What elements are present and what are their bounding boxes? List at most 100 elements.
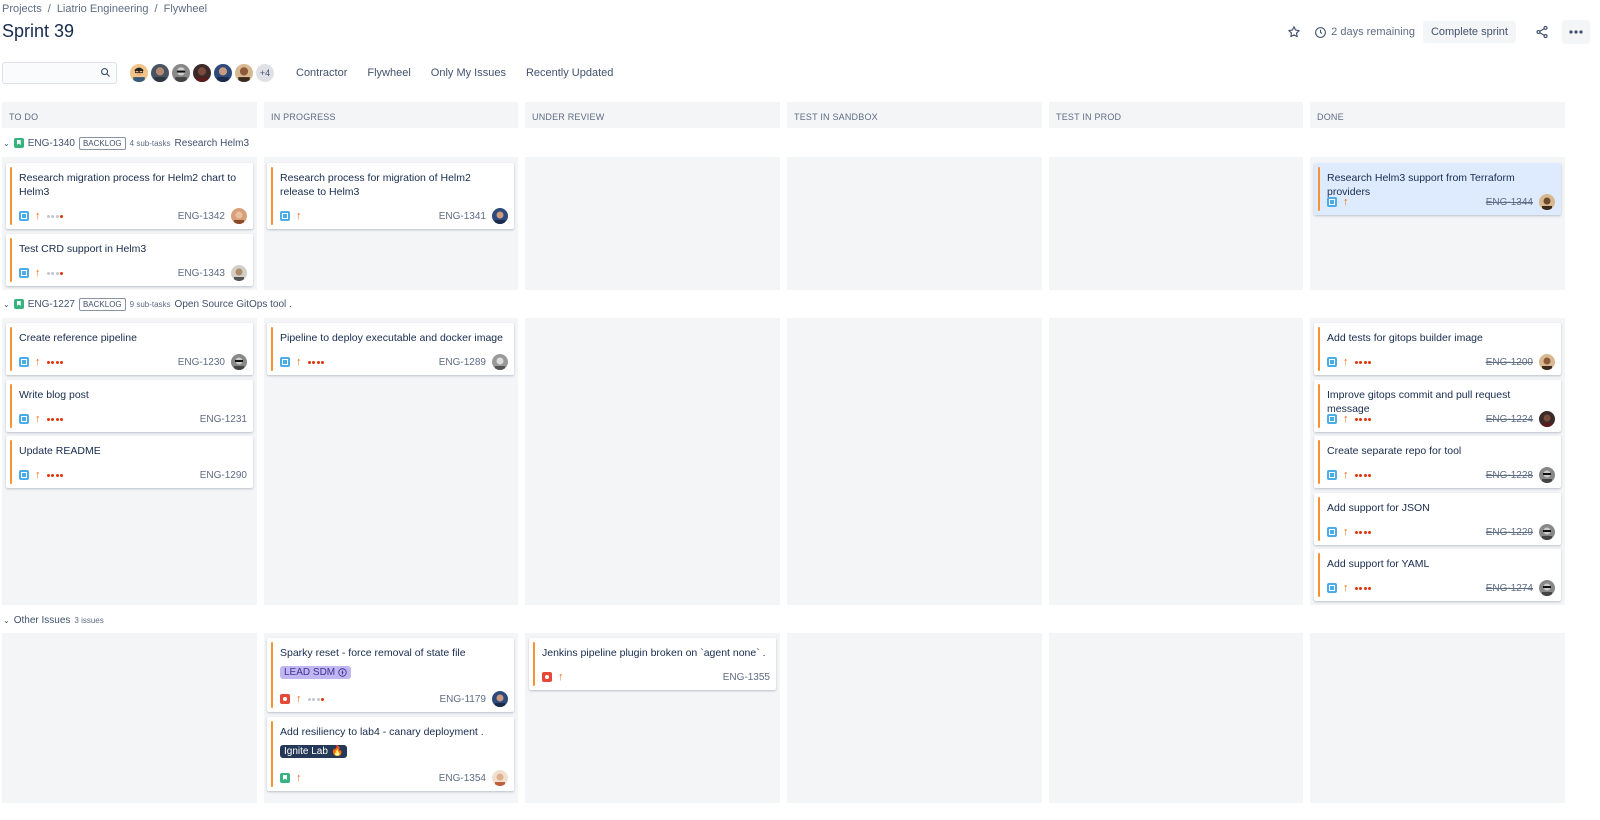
avatar[interactable] bbox=[1539, 354, 1555, 370]
issue-key[interactable]: ENG-1179 bbox=[439, 694, 486, 705]
issue-key[interactable]: ENG-1289 bbox=[439, 357, 486, 368]
avatar[interactable] bbox=[1539, 194, 1555, 210]
share-icon[interactable] bbox=[1530, 20, 1554, 44]
filter-recently-updated[interactable]: Recently Updated bbox=[526, 67, 613, 79]
issue-key[interactable]: ENG-1341 bbox=[439, 211, 486, 222]
issue-card[interactable]: Write blog post ↑ ENG-1231 bbox=[6, 380, 253, 432]
complete-sprint-button[interactable]: Complete sprint bbox=[1422, 21, 1516, 43]
avatar[interactable] bbox=[1539, 580, 1555, 596]
issue-card[interactable]: Add support for JSON ↑ ENG-1229 bbox=[1314, 493, 1561, 545]
priority-high-icon: ↑ bbox=[1343, 356, 1349, 368]
issue-card[interactable]: Research migration process for Helm2 cha… bbox=[6, 163, 253, 229]
issue-key[interactable]: ENG-1290 bbox=[200, 470, 247, 481]
bug-type-icon bbox=[280, 694, 290, 704]
avatar[interactable] bbox=[1539, 524, 1555, 540]
issue-card[interactable]: Improve gitops commit and pull request m… bbox=[1314, 380, 1561, 432]
issue-card[interactable]: Test CRD support in Helm3 ↑ ENG-1343 bbox=[6, 234, 253, 286]
swimlane-key[interactable]: ENG-1340 bbox=[28, 138, 75, 149]
swimlane-header[interactable]: ⌄ ENG-1227 BACKLOG 9 sub-tasks Open Sour… bbox=[3, 297, 292, 311]
avatar[interactable] bbox=[128, 62, 150, 84]
priority-high-icon: ↑ bbox=[35, 356, 41, 368]
issue-key[interactable]: ENG-1228 bbox=[1486, 470, 1533, 481]
search-input[interactable] bbox=[3, 63, 99, 83]
filter-flywheel[interactable]: Flywheel bbox=[367, 67, 410, 79]
subtask-type-icon bbox=[280, 211, 290, 221]
header-actions: 2 days remaining Complete sprint bbox=[1282, 20, 1590, 44]
avatar[interactable] bbox=[231, 354, 247, 370]
chevron-down-icon[interactable]: ⌄ bbox=[3, 139, 10, 148]
issue-key[interactable]: ENG-1355 bbox=[723, 672, 770, 683]
issue-card[interactable]: Pipeline to deploy executable and docker… bbox=[267, 323, 514, 375]
issue-key[interactable]: ENG-1200 bbox=[1486, 357, 1533, 368]
more-assignees[interactable]: +4 bbox=[254, 62, 276, 84]
issue-key[interactable]: ENG-1224 bbox=[1486, 414, 1533, 425]
swimlane-name[interactable]: Other Issues bbox=[14, 615, 71, 626]
avatar[interactable] bbox=[149, 62, 171, 84]
issue-card[interactable]: Research process for migration of Helm2 … bbox=[267, 163, 514, 229]
issue-key[interactable]: ENG-1231 bbox=[200, 414, 247, 425]
epic-label-text: Ignite Lab bbox=[284, 746, 328, 757]
avatar[interactable] bbox=[212, 62, 234, 84]
chevron-down-icon[interactable]: ⌄ bbox=[3, 300, 10, 309]
swimlane-header[interactable]: ⌄ ENG-1340 BACKLOG 4 sub-tasks Research … bbox=[3, 136, 249, 150]
avatar[interactable] bbox=[170, 62, 192, 84]
avatar[interactable] bbox=[233, 62, 255, 84]
issue-key[interactable]: ENG-1343 bbox=[178, 268, 225, 279]
issue-card[interactable]: Add tests for gitops builder image ↑ ENG… bbox=[1314, 323, 1561, 375]
avatar[interactable] bbox=[492, 691, 508, 707]
column-header-test-in-sandbox: TEST IN SANDBOX bbox=[787, 102, 1042, 128]
issue-card[interactable]: Jenkins pipeline plugin broken on `agent… bbox=[529, 638, 776, 690]
avatar[interactable] bbox=[1539, 467, 1555, 483]
estimate-dots bbox=[1354, 530, 1371, 534]
issue-key[interactable]: ENG-1230 bbox=[178, 357, 225, 368]
issue-card[interactable]: Add resiliency to lab4 - canary deployme… bbox=[267, 717, 514, 791]
epic-label[interactable]: LEAD SDM bbox=[280, 666, 352, 679]
card-title: Research migration process for Helm2 cha… bbox=[19, 172, 237, 198]
epic-label[interactable]: Ignite Lab 🔥 bbox=[280, 745, 348, 758]
card-title: Add support for YAML bbox=[1327, 558, 1430, 570]
issue-key[interactable]: ENG-1342 bbox=[178, 211, 225, 222]
issue-key[interactable]: ENG-1229 bbox=[1486, 527, 1533, 538]
issue-card[interactable]: Create reference pipeline ↑ ENG-1230 bbox=[6, 323, 253, 375]
lane-cell bbox=[525, 157, 780, 290]
issue-key[interactable]: ENG-1344 bbox=[1486, 197, 1533, 208]
estimate-dots bbox=[46, 417, 63, 421]
card-title: Pipeline to deploy executable and docker… bbox=[280, 332, 503, 344]
avatar[interactable] bbox=[492, 208, 508, 224]
swimlane-header[interactable]: ⌄ Other Issues 3 issues bbox=[3, 613, 104, 627]
clock-icon bbox=[1315, 26, 1327, 38]
avatar[interactable] bbox=[191, 62, 213, 84]
issue-card[interactable]: Research Helm3 support from Terraform pr… bbox=[1314, 163, 1561, 215]
story-type-icon bbox=[280, 773, 290, 783]
estimate-dots bbox=[46, 214, 63, 218]
avatar[interactable] bbox=[231, 265, 247, 281]
more-options-icon[interactable] bbox=[1562, 20, 1590, 44]
avatar[interactable] bbox=[1539, 411, 1555, 427]
avatar[interactable] bbox=[492, 770, 508, 786]
breadcrumb-projects[interactable]: Projects bbox=[2, 3, 42, 15]
search-box bbox=[2, 62, 117, 84]
filter-only-my-issues[interactable]: Only My Issues bbox=[431, 67, 506, 79]
avatar[interactable] bbox=[231, 208, 247, 224]
card-footer: ↑ ENG-1230 bbox=[19, 354, 247, 370]
estimate-dots bbox=[1354, 417, 1371, 421]
page-title: Sprint 39 bbox=[2, 21, 75, 41]
breadcrumb-board[interactable]: Flywheel bbox=[164, 3, 207, 15]
breadcrumb-project[interactable]: Liatrio Engineering bbox=[57, 3, 149, 15]
issue-key[interactable]: ENG-1274 bbox=[1486, 583, 1533, 594]
issue-key[interactable]: ENG-1354 bbox=[439, 773, 486, 784]
chevron-down-icon[interactable]: ⌄ bbox=[3, 616, 10, 625]
swimlane-key[interactable]: ENG-1227 bbox=[28, 299, 75, 310]
issue-card[interactable]: Add support for YAML ↑ ENG-1274 bbox=[1314, 549, 1561, 601]
subtask-type-icon bbox=[1327, 583, 1337, 593]
estimate-dots bbox=[46, 271, 63, 275]
star-icon[interactable] bbox=[1282, 20, 1306, 44]
avatar[interactable] bbox=[492, 354, 508, 370]
estimate-dots bbox=[1354, 473, 1371, 477]
card-title: Jenkins pipeline plugin broken on `agent… bbox=[542, 647, 766, 659]
issue-card[interactable]: Sparky reset - force removal of state fi… bbox=[267, 638, 514, 712]
filter-contractor[interactable]: Contractor bbox=[296, 67, 347, 79]
issue-card[interactable]: Create separate repo for tool ↑ ENG-1228 bbox=[1314, 436, 1561, 488]
issue-card[interactable]: Update README ↑ ENG-1290 bbox=[6, 436, 253, 488]
card-footer: ↑ ENG-1290 bbox=[19, 468, 247, 482]
